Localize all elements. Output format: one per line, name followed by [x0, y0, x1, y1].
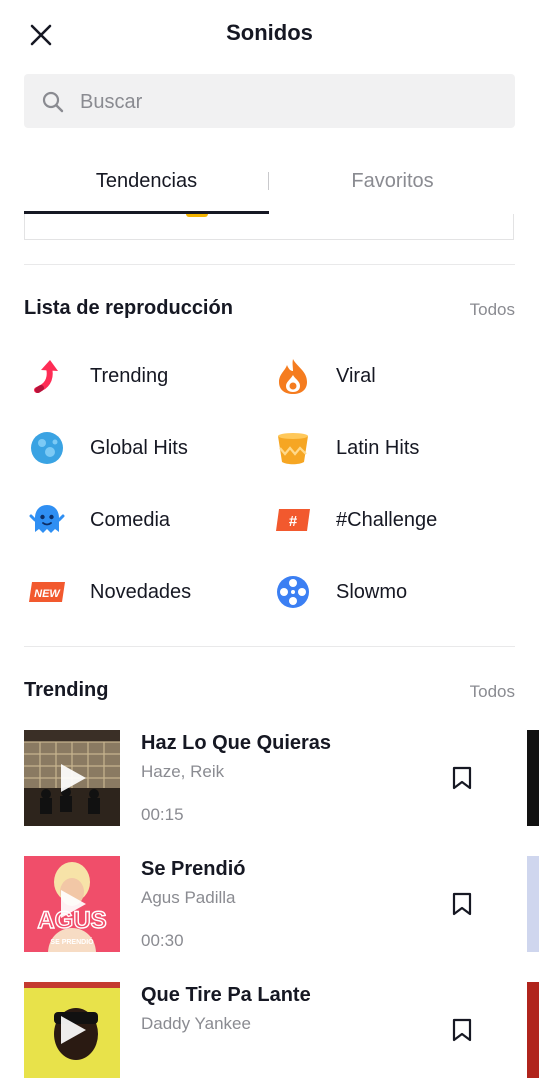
flame-icon [270, 353, 316, 399]
playlist-item-slowmo[interactable]: Slowmo [270, 567, 510, 617]
new-badge-text: NEW [34, 588, 61, 600]
play-icon[interactable] [58, 888, 88, 925]
playlist-label: Novedades [90, 580, 192, 603]
playlist-label: Global Hits [90, 436, 188, 459]
hashtag-badge-icon: # [270, 497, 316, 543]
playlist-item-viral[interactable]: Viral [270, 351, 510, 401]
playlist-label: Slowmo [336, 580, 408, 603]
search-icon [41, 90, 65, 119]
side-panel-peek [527, 856, 539, 952]
trending-arrow-icon [24, 353, 70, 399]
tab-separator [268, 172, 269, 190]
playlist-label: Latin Hits [336, 436, 420, 459]
playlist-item-novedades[interactable]: NEW Novedades [24, 567, 264, 617]
playlist-label: Viral [336, 364, 376, 387]
divider [24, 646, 515, 647]
track-title: Se Prendió [141, 858, 246, 880]
tab-tendencias[interactable]: Tendencias [24, 170, 269, 193]
playlist-label: #Challenge [336, 508, 438, 531]
track-duration: 00:30 [141, 931, 184, 950]
playlists-see-all-link[interactable]: Todos [470, 300, 515, 320]
search-bar[interactable] [24, 74, 515, 130]
divider [24, 264, 515, 265]
new-badge-icon: NEW [24, 569, 70, 615]
track-duration: 00:15 [141, 805, 184, 824]
track-artist: Daddy Yankee [141, 1014, 251, 1033]
playlist-item-comedia[interactable]: Comedia [24, 495, 264, 545]
film-reel-icon [270, 569, 316, 615]
page-title: Sonidos [226, 20, 313, 45]
track-title: Haz Lo Que Quieras [141, 732, 332, 754]
playlist-item-global-hits[interactable]: Global Hits [24, 423, 264, 473]
track-row[interactable]: Haz Lo Que Quieras Haze, Reik 00:15 [24, 730, 539, 830]
trending-see-all-link[interactable]: Todos [470, 682, 515, 702]
track-artist: Haze, Reik [141, 762, 225, 781]
track-artist: Agus Padilla [141, 888, 236, 907]
play-icon[interactable] [58, 762, 88, 799]
globe-icon [24, 425, 70, 471]
playlists-section-title: Lista de reproducción [24, 297, 233, 319]
banner-image-peek [186, 214, 208, 217]
play-icon[interactable] [58, 1014, 88, 1051]
search-input[interactable] [78, 74, 502, 130]
side-panel-peek [527, 730, 539, 826]
bookmark-icon[interactable] [448, 1016, 476, 1044]
banner-card[interactable] [24, 214, 514, 240]
bookmark-icon[interactable] [448, 764, 476, 792]
track-cover[interactable] [24, 982, 120, 1078]
track-row[interactable]: Que Tire Pa Lante Daddy Yankee [24, 982, 539, 1082]
playlist-item-trending[interactable]: Trending [24, 351, 264, 401]
svg-text:#: # [289, 513, 298, 530]
playlist-label: Comedia [90, 508, 171, 531]
trending-section-title: Trending [24, 679, 109, 701]
track-cover[interactable] [24, 730, 120, 826]
side-panel-peek [527, 982, 539, 1078]
ghost-icon [24, 497, 70, 543]
playlist-item-challenge[interactable]: # #Challenge [270, 495, 510, 545]
track-row[interactable]: AGUS SE PRENDIÓ Se Prendió Agus Padilla … [24, 856, 539, 956]
playlist-label: Trending [90, 364, 169, 387]
playlist-item-latin-hits[interactable]: Latin Hits [270, 423, 510, 473]
drum-icon [270, 425, 316, 471]
track-title: Que Tire Pa Lante [141, 984, 311, 1006]
bookmark-icon[interactable] [448, 890, 476, 918]
track-cover[interactable]: AGUS SE PRENDIÓ [24, 856, 120, 952]
tab-favoritos[interactable]: Favoritos [270, 170, 515, 193]
cover-subtext: SE PRENDIÓ [50, 937, 94, 946]
